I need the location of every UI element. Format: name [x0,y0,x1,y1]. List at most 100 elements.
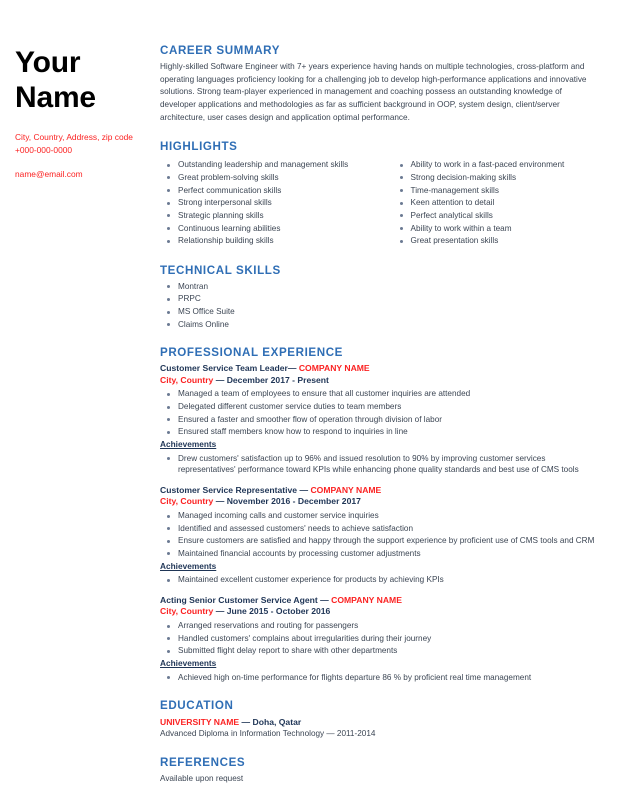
list-item: Ensured staff members know how to respon… [160,426,599,438]
job-title-line: Acting Senior Customer Service Agent — C… [160,595,599,607]
experience-entry: Customer Service Team Leader— COMPANY NA… [160,363,599,476]
section-highlights: HIGHLIGHTS Outstanding leadership and ma… [160,140,599,247]
list-item: Maintained excellent customer experience… [160,574,599,586]
list-item: Arranged reservations and routing for pa… [160,620,599,632]
job-achievements-list: Maintained excellent customer experience… [160,574,599,586]
list-item: Handled customers' complains about irreg… [160,633,599,645]
education-university: UNIVERSITY NAME [160,717,240,728]
job-duties-list: Arranged reservations and routing for pa… [160,620,599,657]
name-line-last: Name [15,80,96,114]
list-item: Great problem-solving skills [160,172,380,184]
job-duties-list: Managed a team of employees to ensure th… [160,388,599,438]
list-item: Strong decision-making skills [393,172,600,184]
contact-address: City, Country, Address, zip code [15,132,133,142]
job-achievements-list: Achieved high on-time performance for fl… [160,672,599,684]
education-separator: — [241,717,251,728]
list-item: Drew customers' satisfaction up to 96% a… [160,453,599,476]
experience-entry: Acting Senior Customer Service Agent — C… [160,595,599,683]
professional-experience-heading: PROFESSIONAL EXPERIENCE [160,346,344,360]
job-duties-list: Managed incoming calls and customer serv… [160,510,599,560]
list-item: Time-management skills [393,185,600,197]
list-item: Ensure customers are satisfied and happy… [160,535,599,547]
list-item: Outstanding leadership and management sk… [160,159,380,171]
list-item: Submitted flight delay report to share w… [160,645,599,657]
list-item: PRPC [160,293,599,305]
highlights-heading: HIGHLIGHTS [160,140,238,154]
job-company: COMPANY NAME [331,594,402,605]
job-location: City, Country [160,496,214,507]
job-title-line: Customer Service Representative — COMPAN… [160,485,599,497]
list-item: Ensured a faster and smoother flow of op… [160,414,599,426]
job-separator: — [320,594,329,605]
job-separator: — [215,606,225,617]
job-separator: — [299,484,309,495]
job-location: City, Country [160,606,214,617]
job-dates: June 2015 - October 2016 [226,606,331,617]
list-item: Ability to work in a fast-paced environm… [393,159,600,171]
list-item: Strategic planning skills [160,210,380,222]
job-dates: November 2016 - December 2017 [226,496,361,507]
achievements-label: Achievements [160,560,217,571]
technical-skills-heading: TECHNICAL SKILLS [160,263,281,277]
list-item: Managed a team of employees to ensure th… [160,388,599,400]
job-separator: — [215,374,225,385]
list-item: Montran [160,281,599,293]
job-dates: December 2017 - Present [226,374,329,385]
job-title-line: Customer Service Team Leader— COMPANY NA… [160,363,599,375]
job-location: City, Country [160,374,214,385]
highlights-list-left: Outstanding leadership and management sk… [160,159,380,247]
education-institution-line: UNIVERSITY NAME — Doha, Qatar [160,716,599,728]
achievements-label: Achievements [160,438,217,449]
references-heading: REFERENCES [160,756,246,770]
job-meta-line: City, Country — November 2016 - December… [160,496,599,508]
resume-left-column: Your Name City, Country, Address, zip co… [0,34,160,791]
career-summary-text: Highly-skilled Software Engineer with 7+… [160,61,587,122]
section-references: REFERENCES Available upon request [160,756,599,785]
job-role: Customer Service Representative [160,484,300,495]
list-item: Strong interpersonal skills [160,197,380,209]
contact-block: City, Country, Address, zip code +000-00… [15,131,160,181]
list-item: MS Office Suite [160,306,599,318]
section-professional-experience: PROFESSIONAL EXPERIENCE Customer Service… [160,346,599,683]
job-meta-line: City, Country — June 2015 - October 2016 [160,606,599,618]
list-item: Continuous learning abilities [160,223,380,235]
job-company: COMPANY NAME [310,484,382,495]
job-company: COMPANY NAME [298,363,370,374]
list-item: Relationship building skills [160,235,380,247]
education-heading: EDUCATION [160,699,234,713]
list-item: Identified and assessed customers' needs… [160,523,599,535]
section-technical-skills: TECHNICAL SKILLS Montran PRPC MS Office … [160,264,599,330]
list-item: Achieved high on-time performance for fl… [160,672,599,684]
candidate-name: Your Name [15,46,160,115]
list-item: Perfect analytical skills [393,210,600,222]
section-education: EDUCATION UNIVERSITY NAME — Doha, Qatar … [160,699,599,740]
job-role: Customer Service Team Leader [160,363,288,374]
list-item: Perfect communication skills [160,185,380,197]
technical-skills-list: Montran PRPC MS Office Suite Claims Onli… [160,281,599,331]
contact-email: name@email.com [15,169,83,180]
job-separator: — [287,363,297,374]
list-item: Great presentation skills [393,235,600,247]
education-degree: Advanced Diploma in Information Technolo… [160,729,376,739]
resume-page: Your Name City, Country, Address, zip co… [0,0,639,791]
list-item: Keen attention to detail [393,197,600,209]
resume-right-column: CAREER SUMMARY Highly-skilled Software E… [160,34,599,791]
section-career-summary: CAREER SUMMARY Highly-skilled Software E… [160,44,599,124]
career-summary-heading: CAREER SUMMARY [160,44,281,57]
job-meta-line: City, Country — December 2017 - Present [160,375,599,387]
highlights-list-right: Ability to work in a fast-paced environm… [380,159,600,247]
contact-phone: +000-000-0000 [15,144,73,155]
list-item: Claims Online [160,319,599,331]
job-separator: — [215,496,225,507]
job-achievements-list: Drew customers' satisfaction up to 96% a… [160,453,599,476]
name-line-first: Your [15,46,81,79]
list-item: Managed incoming calls and customer serv… [160,510,599,522]
list-item: Ability to work within a team [393,223,600,235]
list-item: Maintained financial accounts by process… [160,548,599,560]
experience-entry: Customer Service Representative — COMPAN… [160,485,599,586]
references-text: Available upon request [160,774,244,784]
education-location: Doha, Qatar [252,717,302,728]
list-item: Delegated different customer service dut… [160,401,599,413]
highlights-columns: Outstanding leadership and management sk… [160,157,599,247]
job-role: Acting Senior Customer Service Agent [160,594,321,605]
